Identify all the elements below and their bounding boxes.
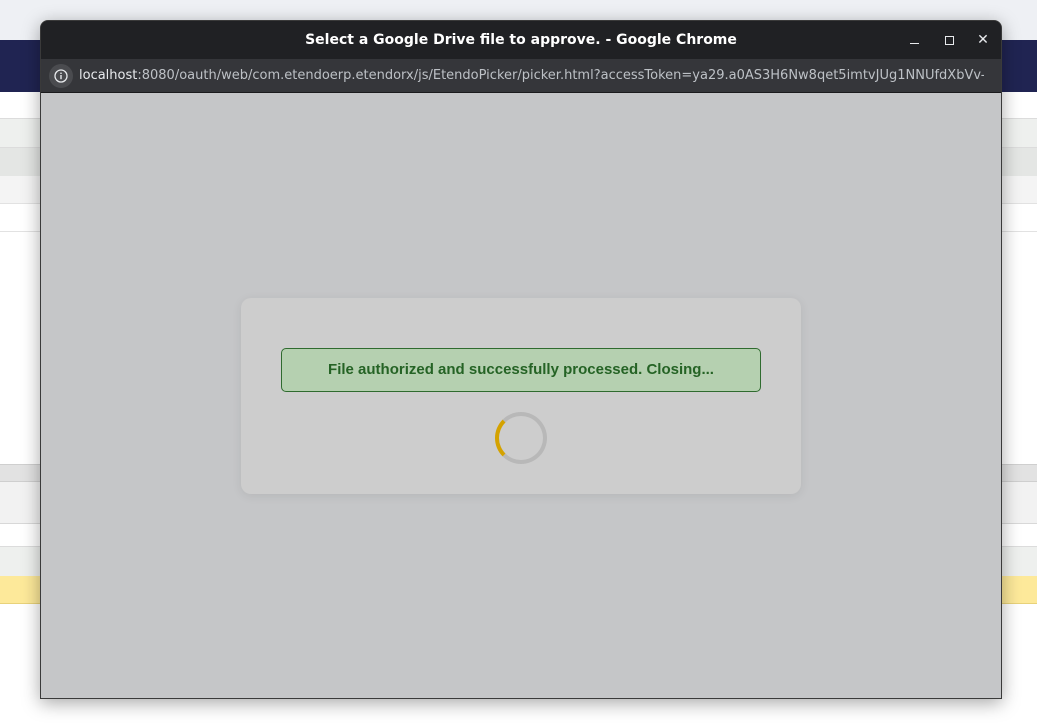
info-icon bbox=[54, 69, 68, 83]
page-viewport: File authorized and successfully process… bbox=[41, 93, 1001, 698]
url-host: localhost bbox=[79, 68, 138, 83]
window-titlebar[interactable]: Select a Google Drive file to approve. -… bbox=[41, 21, 1001, 59]
url-text[interactable]: localhost:8080/oauth/web/com.etendoerp.e… bbox=[79, 59, 984, 93]
logout-icon[interactable]: ↦ bbox=[0, 102, 11, 116]
loading-spinner-icon bbox=[495, 412, 547, 464]
close-icon: ✕ bbox=[977, 32, 989, 48]
close-button[interactable]: ✕ bbox=[973, 30, 993, 50]
minimize-button[interactable] bbox=[904, 30, 924, 50]
window-title: Select a Google Drive file to approve. -… bbox=[305, 32, 737, 48]
url-path: :8080/oauth/web/com.etendoerp.etendorx/j… bbox=[137, 68, 984, 83]
address-bar[interactable]: localhost:8080/oauth/web/com.etendoerp.e… bbox=[41, 59, 1001, 93]
maximize-button[interactable] bbox=[939, 30, 959, 50]
maximize-icon bbox=[944, 35, 954, 45]
picker-status-card: File authorized and successfully process… bbox=[241, 298, 801, 494]
minimize-icon bbox=[909, 42, 919, 44]
success-message: File authorized and successfully process… bbox=[281, 348, 761, 392]
site-info-button[interactable] bbox=[49, 64, 73, 88]
chrome-popup-window: Select a Google Drive file to approve. -… bbox=[40, 20, 1002, 699]
